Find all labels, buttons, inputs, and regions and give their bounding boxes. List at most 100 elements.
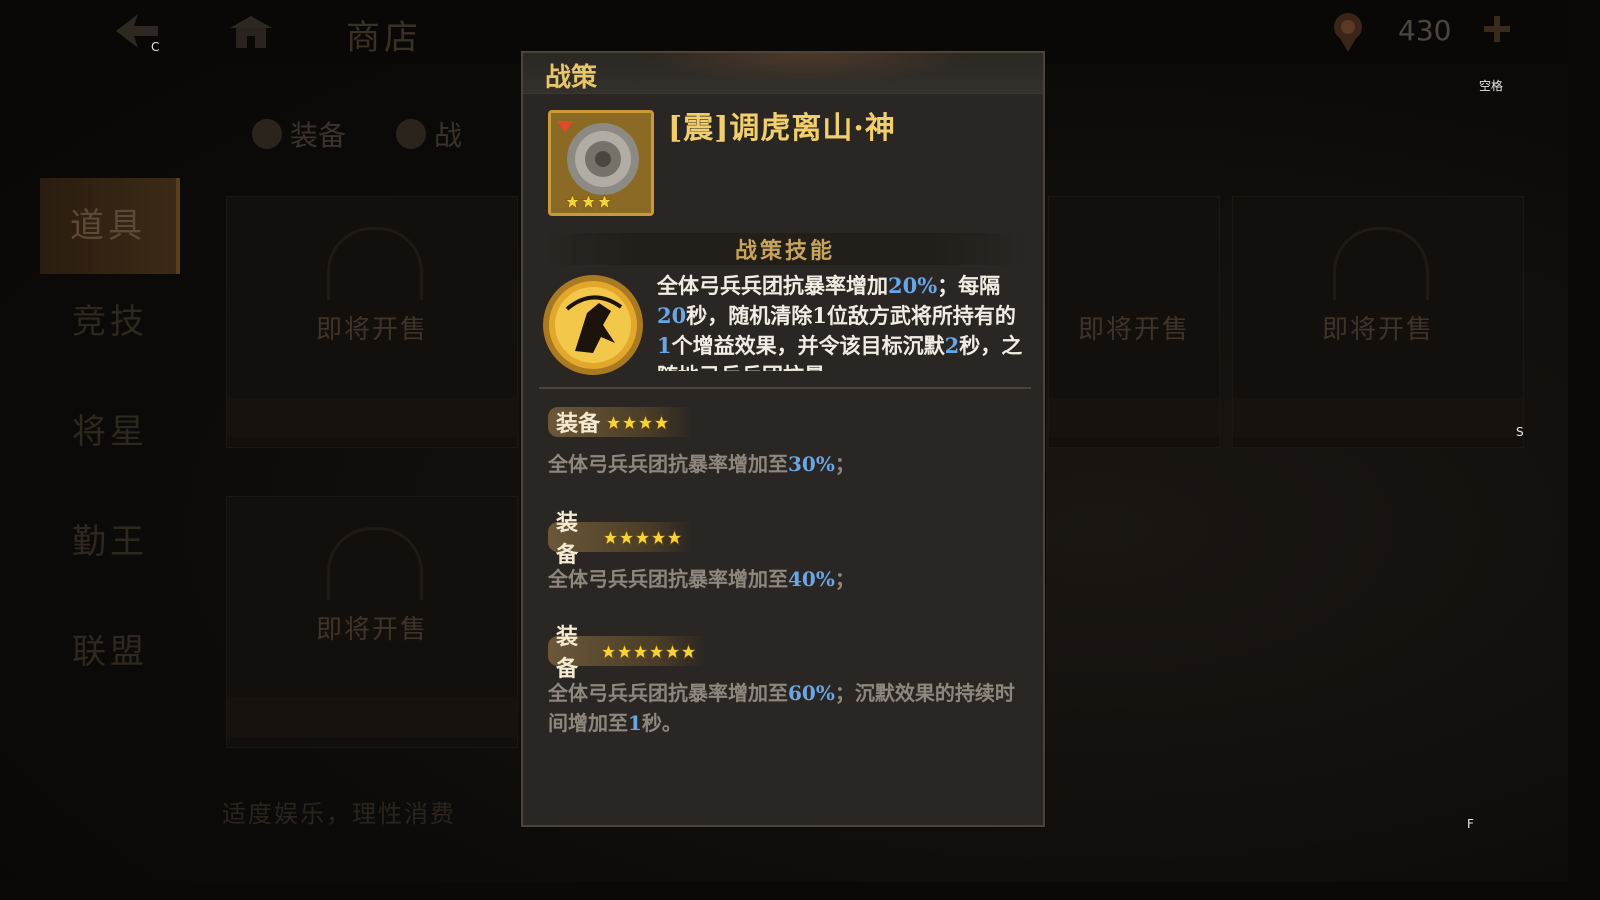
key-hint-space: 空格 (1479, 79, 1504, 93)
dialog-title: 战策 (545, 63, 598, 93)
locked-item-icon (1333, 227, 1429, 300)
skill-text-part: ；每隔 (937, 273, 1001, 298)
equipment-tab-icon (252, 119, 282, 149)
tier-tag: 装备 (548, 510, 692, 568)
coming-soon-label: 即将开售 (1077, 315, 1190, 345)
footer-note: 适度娱乐，理性消费 (222, 800, 456, 828)
skill-value: 20% (888, 273, 938, 298)
item-stars (565, 194, 612, 209)
tier-tag: 装备 (548, 624, 706, 682)
tier-stars (606, 414, 670, 430)
dialog-header: 战策 (523, 53, 1043, 94)
star-icon (635, 529, 650, 545)
shop-card[interactable]: 即将开售 (226, 496, 518, 748)
shop-card[interactable]: 即将开售 (1232, 196, 1524, 448)
star-icon (649, 643, 664, 659)
sidebar-item-label: 竞技 (72, 302, 148, 342)
price-bar (1049, 397, 1219, 437)
tier-label: 装备 (556, 510, 579, 568)
star-icon (665, 643, 680, 659)
star-icon (597, 194, 612, 209)
coming-soon-label: 即将开售 (315, 615, 428, 645)
page-title: 商店 (346, 18, 422, 58)
star-icon (667, 529, 682, 545)
tier-value: 1 (628, 711, 642, 735)
star-icon (617, 643, 632, 659)
home-icon[interactable] (228, 14, 274, 50)
tier-text: 全体弓兵兵团抗暴率增加至 (548, 452, 788, 476)
star-icon (633, 643, 648, 659)
locked-item-icon (327, 527, 423, 600)
tier-text: ； (834, 567, 855, 591)
skill-description[interactable]: 全体弓兵兵团抗暴率增加20%；每隔 20秒，随机清除1位敌方武将所持有的 1个增益效… (657, 271, 1027, 371)
tier-label: 装备 (556, 411, 601, 437)
equip-tier-4-star: 装备 全体弓兵兵团抗暴率增加至30%； (548, 407, 1032, 479)
tier-value: 40% (788, 567, 835, 591)
star-icon (622, 414, 638, 430)
shop-card[interactable]: 即将开售 (1048, 196, 1220, 448)
shop-subtabs: 装备 战 (252, 108, 462, 160)
key-hint-back: C (151, 40, 160, 54)
skill-section-header: 战策技能 (539, 233, 1031, 265)
strategy-item-icon (548, 110, 654, 216)
sidebar-item-label: 将星 (72, 412, 148, 452)
shop-card[interactable]: 即将开售 (226, 196, 518, 448)
skill-value: 20 (657, 303, 687, 328)
tab-strategy-label: 战 (434, 119, 463, 152)
archer-skill-icon (543, 275, 643, 375)
skill-text-part: 个增益效果，并令该目标沉默 (671, 333, 945, 358)
tier-value: 30% (788, 452, 835, 476)
sidebar-item-alliance[interactable]: 联盟 (40, 604, 180, 714)
header-ornament (643, 53, 973, 83)
skill-value: 1 (657, 333, 672, 358)
skill-text-part: 秒，随机清除1位敌方武将所持有的 (686, 303, 1016, 328)
equip-tier-6-star: 装备 全体弓兵兵团抗暴率增加至60%；沉默效果的持续时间增加至1秒。 (548, 624, 1032, 738)
sidebar-item-label: 勤王 (72, 522, 148, 562)
tier-stars (601, 643, 696, 659)
star-icon (581, 194, 596, 209)
tier-text: 秒。 (641, 711, 682, 735)
tab-equipment[interactable]: 装备 (252, 108, 346, 160)
sidebar-item-rescue[interactable]: 勤王 (40, 494, 180, 604)
strategy-detail-dialog: 战策 [震]调虎离山·神 战策技能 全体弓兵兵团抗暴率增加20%；每隔 20秒，随… (521, 51, 1045, 827)
star-icon (619, 529, 634, 545)
skill-section-title: 战策技能 (734, 238, 835, 264)
tier-stars (603, 529, 682, 545)
tier-text: 全体弓兵兵团抗暴率增加至 (548, 567, 788, 591)
tier-description: 全体弓兵兵团抗暴率增加至60%；沉默效果的持续时间增加至1秒。 (548, 678, 1032, 738)
tab-equipment-label: 装备 (290, 119, 347, 152)
sidebar-item-label: 联盟 (72, 632, 148, 672)
sidebar-item-general-star[interactable]: 将星 (40, 384, 180, 494)
tier-description: 全体弓兵兵团抗暴率增加至40%； (548, 564, 1032, 594)
currency-count: 430 (1398, 14, 1452, 47)
tier-text: ； (834, 452, 855, 476)
currency-icon (1334, 13, 1362, 52)
sidebar-item-props[interactable]: 道具 (40, 178, 180, 274)
star-icon (638, 414, 654, 430)
star-icon (606, 414, 622, 430)
skill-text-part: 全体弓兵兵团抗暴率增加 (657, 273, 888, 298)
tier-tag: 装备 (548, 407, 692, 437)
shop-sidebar: 道具 竞技 将星 勤王 联盟 (40, 178, 180, 714)
price-bar (227, 397, 517, 437)
star-icon (601, 643, 616, 659)
star-icon (654, 414, 670, 430)
tab-strategy[interactable]: 战 (396, 108, 462, 160)
coming-soon-label: 即将开售 (315, 315, 428, 345)
section-divider (539, 387, 1031, 389)
star-icon (565, 194, 580, 209)
tier-text: 全体弓兵兵团抗暴率增加至 (548, 681, 788, 705)
star-icon (651, 529, 666, 545)
price-bar (227, 697, 517, 737)
key-hint-s: S (1516, 425, 1524, 439)
strategy-tab-icon (396, 119, 427, 149)
star-icon (681, 643, 696, 659)
skill-value: 2 (944, 333, 960, 358)
key-hint-f: F (1467, 817, 1474, 831)
tier-description: 全体弓兵兵团抗暴率增加至30%； (548, 449, 1032, 479)
add-currency-icon[interactable] (1482, 14, 1512, 44)
equip-tier-5-star: 装备 全体弓兵兵团抗暴率增加至40%； (548, 510, 1032, 594)
sidebar-item-arena[interactable]: 竞技 (40, 274, 180, 384)
strategy-name: [震]调虎离山·神 (668, 111, 896, 146)
tier-value: 60% (788, 681, 835, 705)
